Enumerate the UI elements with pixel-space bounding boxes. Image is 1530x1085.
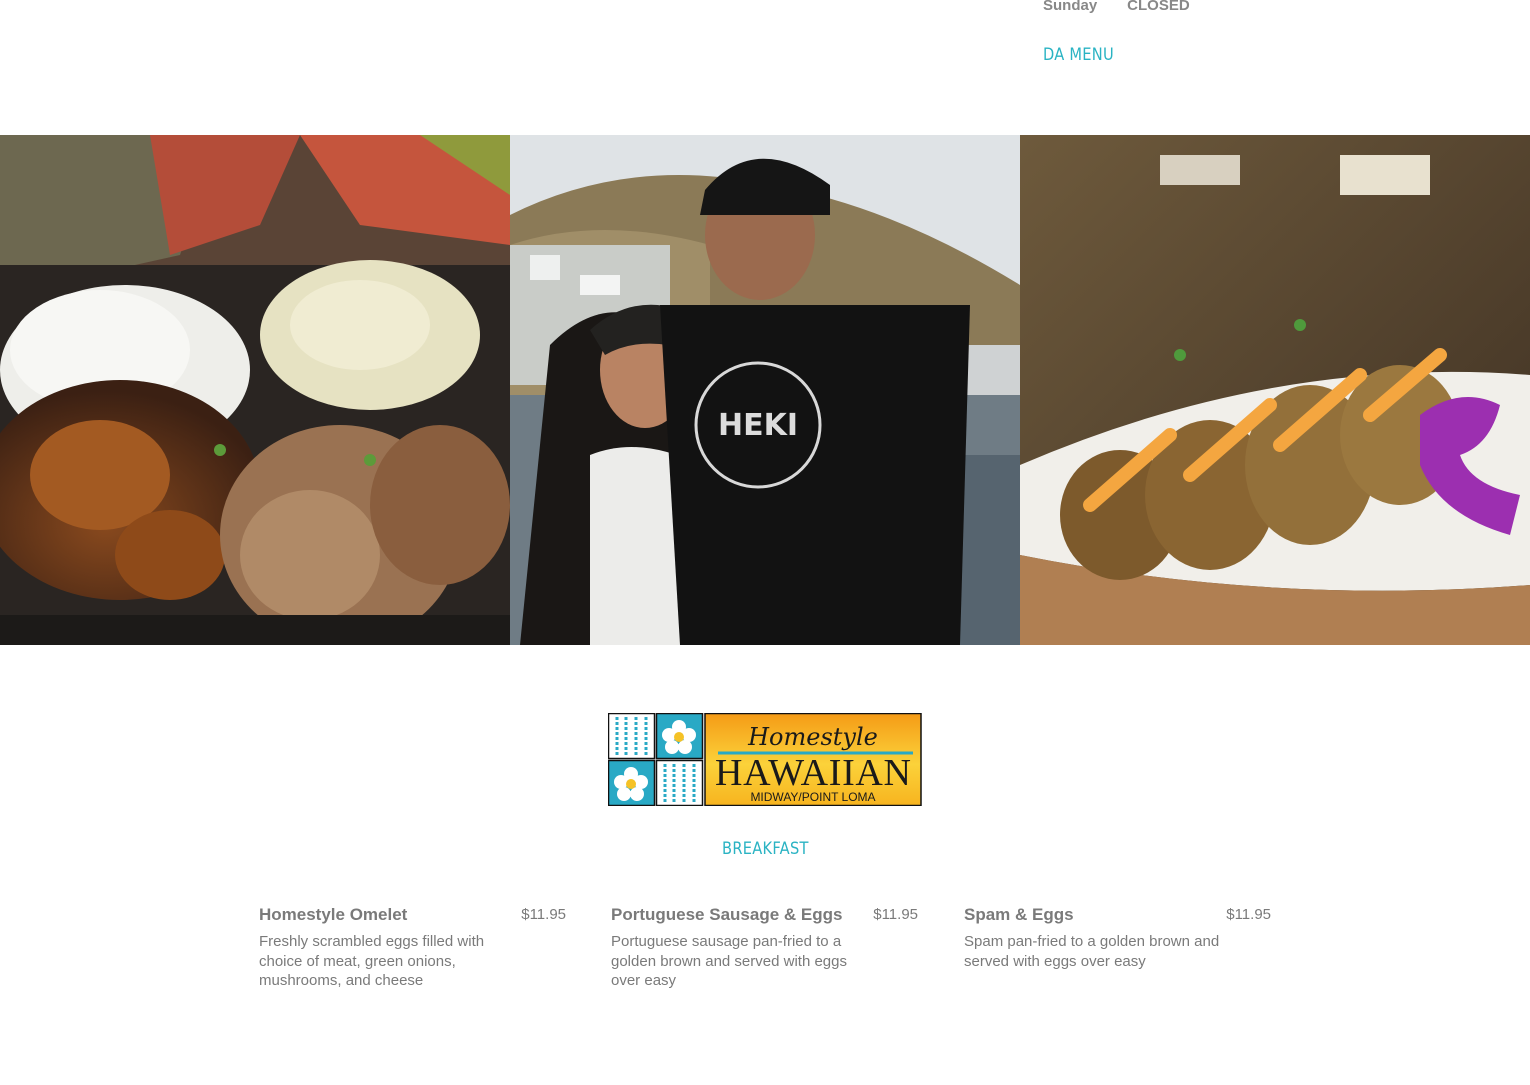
logo-main-text: HAWAIIAN: [715, 752, 911, 794]
menu-item-description: Portuguese sausage pan-fried to a golden…: [611, 933, 847, 989]
owners-photo[interactable]: HEKI: [510, 135, 1020, 645]
menu-item-price: $11.95: [521, 906, 566, 923]
menu-item-price: $11.95: [1226, 906, 1271, 923]
plate-lunch-image: [0, 135, 510, 645]
logo-image: Homestyle HAWAIIAN MIDWAY/POINT LOMA: [607, 712, 922, 807]
hours-status: CLOSED: [1127, 0, 1190, 14]
menu-item-price: $11.95: [873, 906, 918, 923]
menu-item-description: Spam pan-fried to a golden brown and ser…: [964, 933, 1220, 970]
logo-script-text: Homestyle: [747, 723, 878, 751]
hours-day: Sunday: [1043, 0, 1098, 14]
spam-musubi-photo[interactable]: [1020, 135, 1530, 645]
logo-sub-text: MIDWAY/POINT LOMA: [750, 790, 875, 804]
svg-text:HEKI: HEKI: [718, 408, 798, 443]
photo-gallery: HEKI: [0, 135, 1530, 645]
plate-lunch-photo[interactable]: [0, 135, 510, 645]
owners-image: HEKI: [510, 135, 1020, 645]
breakfast-section-title: BREAKFAST: [0, 839, 1530, 859]
menu-item-name: Spam & Eggs: [964, 905, 1074, 924]
spam-musubi-image: [1020, 135, 1530, 645]
section-title-text: BREAKFAST: [721, 839, 809, 859]
homestyle-hawaiian-logo[interactable]: Homestyle HAWAIIAN MIDWAY/POINT LOMA: [607, 712, 922, 807]
menu-item-description: Freshly scrambled eggs filled with choic…: [259, 933, 485, 989]
hours-row: Sunday CLOSED: [1043, 0, 1190, 14]
menu-item-name: Homestyle Omelet: [259, 905, 408, 924]
menu-item-name: Portuguese Sausage & Eggs: [611, 905, 843, 924]
da-menu-link[interactable]: DA MENU: [1043, 45, 1114, 65]
